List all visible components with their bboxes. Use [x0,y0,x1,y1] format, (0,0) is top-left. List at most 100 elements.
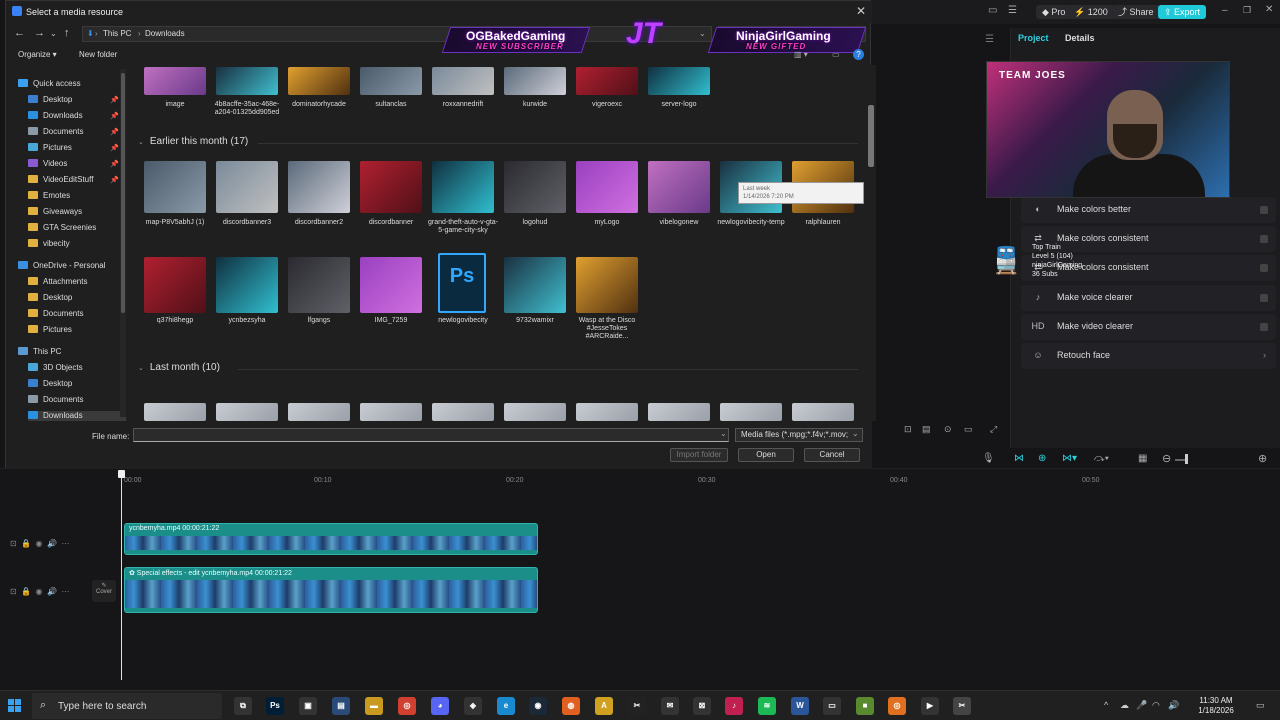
link-icon[interactable]: ⊕ [1038,453,1046,464]
cancel-button[interactable]: Cancel [804,448,860,462]
nav-item[interactable]: Attachments [28,277,87,292]
file-thumbnail[interactable] [648,67,710,95]
view-options-icon[interactable]: ▥ ▾ [794,50,808,59]
file-thumbnail[interactable] [144,67,206,95]
zoom-out-icon[interactable]: ⊖ [1162,452,1171,465]
file-name[interactable]: 9732wamixr [499,317,571,325]
cover-button[interactable]: ✎ Cover [92,580,116,602]
nav-item[interactable]: Pictures 📌 [28,143,119,158]
nav-item[interactable]: GTA Screenies [28,223,96,238]
edge-icon[interactable]: e [497,697,515,715]
steam-icon[interactable]: ◉ [529,697,547,715]
file-thumbnail[interactable] [576,161,638,213]
file-thumbnail[interactable] [144,403,206,421]
zoom-slider-handle[interactable] [1185,454,1188,464]
maximize-icon[interactable]: ❐ [1243,5,1251,16]
file-name[interactable]: roxxannedrift [427,101,499,109]
chevron-down-icon[interactable]: ⌄ [50,29,57,38]
toggle[interactable] [1260,294,1268,302]
nav-item[interactable]: Documents [28,395,83,410]
tiktok-icon[interactable]: ♪ [725,697,743,715]
wifi-icon[interactable]: ◠ [1152,700,1160,711]
panel-menu-icon[interactable]: ☰ [985,34,994,45]
firefox-icon[interactable]: ◍ [562,697,580,715]
organize-button[interactable]: Organize ▾ [18,50,57,59]
file-thumbnail[interactable] [432,403,494,421]
minecraft-icon[interactable]: ■ [856,697,874,715]
acrobat-icon[interactable]: A [595,697,613,715]
chrome-icon[interactable]: ◎ [398,697,416,715]
video-clip-1[interactable]: ycnbemyha.mp4 00:00:21:22 [124,523,538,555]
notifications-icon[interactable]: ▭ [1256,700,1265,711]
mic-tray-icon[interactable]: 🎤 [1136,700,1147,711]
toggle[interactable] [1260,264,1268,272]
capcut-active-icon[interactable]: ✂ [953,697,971,715]
preview-pane-icon[interactable]: ▭ [832,50,840,59]
file-name[interactable]: lfgangs [283,317,355,325]
file-thumbnail[interactable] [360,161,422,213]
nav-item[interactable]: Quick access [18,79,81,94]
file-name[interactable]: sultanclas [355,101,427,109]
file-thumbnail[interactable] [216,257,278,313]
file-name[interactable]: discordbanner2 [283,219,355,227]
file-thumbnail[interactable] [288,257,350,313]
media-icon[interactable]: ▶ [921,697,939,715]
file-thumbnail[interactable] [504,161,566,213]
file-thumbnail[interactable] [144,257,206,313]
word-icon[interactable]: W [791,697,809,715]
file-name[interactable]: newlogovibecity-temp [715,219,787,227]
zoom-in-icon[interactable]: ⊕ [1258,452,1267,465]
ratio-icon[interactable]: ▭ [964,424,973,435]
make-video-clearer-item[interactable]: HD Make video clearer [1021,314,1276,340]
breadcrumb-item[interactable]: This PC [103,29,131,38]
tray-overflow-icon[interactable]: ^ [1104,700,1108,710]
taskbar-search[interactable]: ⌕ Type here to search [32,693,222,719]
file-name-input[interactable] [133,428,729,442]
make-colors-better-item[interactable]: ◐ Make colors better [1021,197,1276,223]
file-name[interactable]: vibelogonew [643,219,715,227]
track2-controls[interactable]: ⊡ 🔒 ◉ 🔊 ⋯ [10,587,69,596]
capcut-icon[interactable]: ✂ [628,697,646,715]
file-thumbnail[interactable] [216,161,278,213]
scroll-thumb[interactable] [121,73,125,313]
file-type-filter[interactable]: Media files (*.mpg;*.f4v;*.mov; [735,428,863,442]
file-name[interactable]: q37hi8hegp [139,317,211,325]
group-header-last-month[interactable]: ⌄ Last month (10) [138,362,220,373]
open-button[interactable]: Open [738,448,794,462]
windows-start-icon[interactable] [8,699,22,713]
breadcrumb-item[interactable]: Downloads [145,29,185,38]
file-name[interactable]: IMG_7259 [355,317,427,325]
file-thumbnail[interactable] [432,67,494,95]
nav-item[interactable]: Documents [28,309,83,324]
tab-project[interactable]: Project [1018,33,1049,43]
task-view-icon[interactable]: ⧉ [234,697,252,715]
file-thumbnail[interactable] [288,67,350,95]
chevron-down-icon[interactable]: ⌄ [852,429,859,438]
forward-arrow-icon[interactable]: → [34,27,45,39]
file-thumbnail[interactable] [792,403,854,421]
magnet-icon[interactable]: ⋈ [1014,453,1024,464]
nav-item[interactable]: Desktop [28,379,72,394]
export-button[interactable]: ⇪ Export [1158,5,1207,19]
close-app-icon[interactable]: ✕ [1265,4,1273,15]
file-thumbnail[interactable] [576,67,638,95]
file-name[interactable]: dominatorhycade [283,101,355,109]
nav-item[interactable]: VideoEditStuff 📌 [28,175,119,190]
clock[interactable]: 11:30 AM 1/18/2026 [1188,696,1244,716]
full-icon[interactable]: ▤ [922,424,931,435]
file-thumbnail[interactable] [360,67,422,95]
file-thumbnail[interactable] [360,403,422,421]
back-arrow-icon[interactable]: ← [14,27,25,39]
folder-icon[interactable]: ▬ [365,697,383,715]
close-icon[interactable]: ✕ [854,4,868,18]
nav-item[interactable]: vibecity [28,239,70,254]
nav-item[interactable]: Desktop [28,293,72,308]
screenshot-icon[interactable]: ⊙ [944,424,952,435]
chevron-down-icon[interactable]: ⌄ [699,29,706,38]
help-icon[interactable]: ? [853,49,864,60]
photoshop-file-icon[interactable]: Ps [438,253,486,313]
crop-icon[interactable]: ⊡ [904,424,912,435]
file-thumbnail[interactable] [432,161,494,213]
file-thumbnail[interactable] [288,161,350,213]
nav-item[interactable]: Documents 📌 [28,127,119,142]
